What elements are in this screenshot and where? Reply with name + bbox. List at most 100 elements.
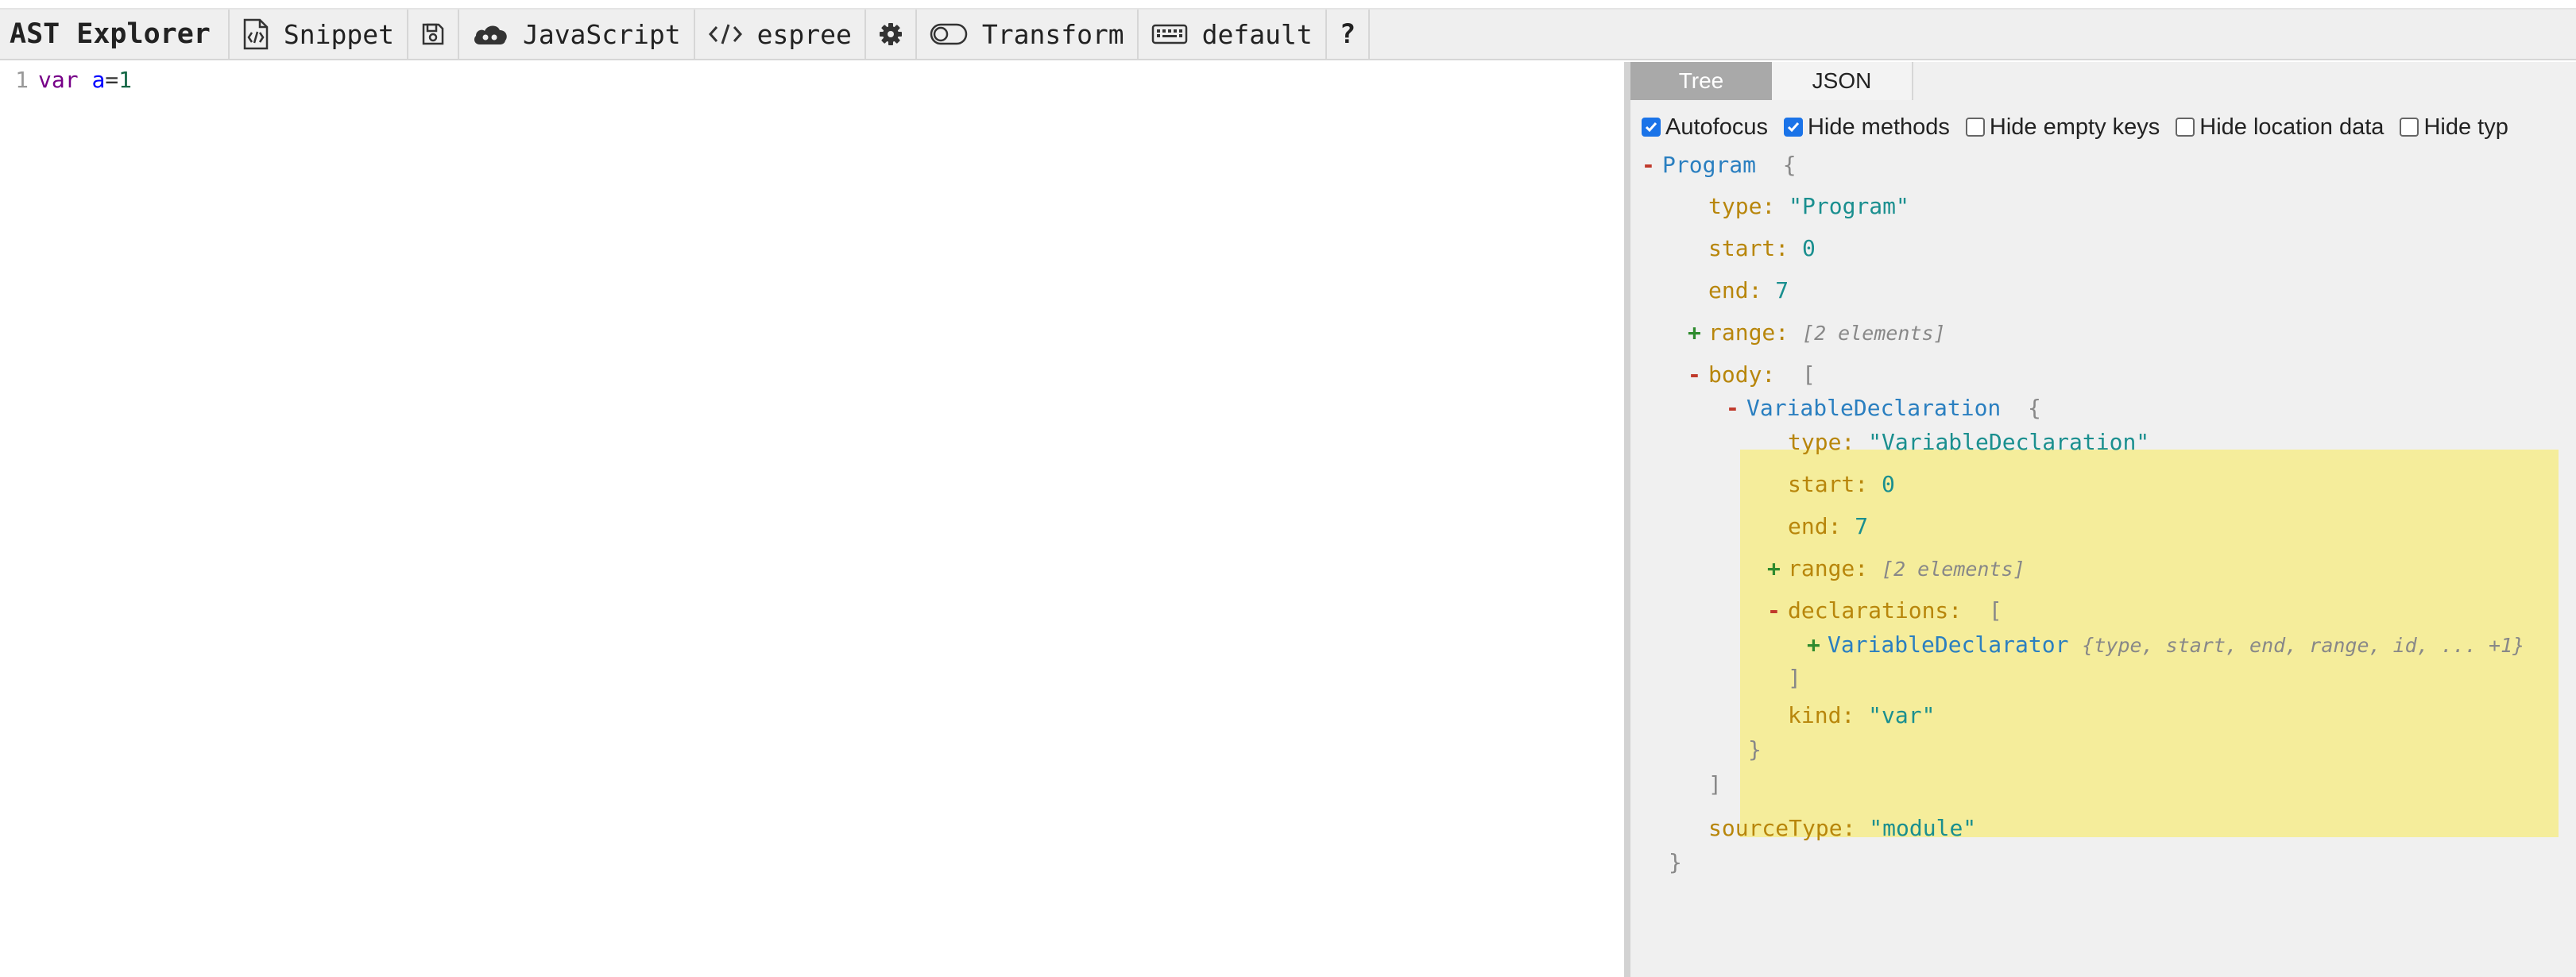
tree-prop-start: start: 0 — [1708, 234, 1816, 263]
language-label: JavaScript — [522, 18, 681, 50]
open-brace: { — [1782, 152, 1797, 178]
tree-prop-type: type: "Program" — [1708, 192, 1909, 221]
output-panel: Tree JSON Autofocus Hide methods Hide em… — [1630, 62, 2576, 977]
hide-type-keys-label: Hide typ — [2423, 114, 2508, 140]
parser-select[interactable]: espree — [695, 10, 866, 59]
parser-label: espree — [756, 18, 852, 50]
open-bracket: [ — [1988, 597, 2002, 624]
tree-prop-range[interactable]: + range: [2 elements] — [1688, 319, 1946, 347]
ast-tree: - Program { type: "Program" start: 0 end:… — [1630, 151, 2576, 977]
option-autofocus[interactable]: Autofocus — [1642, 114, 1768, 141]
collapsed-placeholder[interactable]: [2 elements] — [1882, 558, 2025, 581]
ast-explorer-app: AST Explorer Snippet JavaScript espree T… — [0, 0, 2576, 977]
expand-toggle[interactable]: + — [1807, 631, 1828, 659]
collapse-toggle[interactable]: - — [1642, 151, 1662, 180]
snippet-file-icon — [242, 18, 269, 50]
tree-prop-declarations[interactable]: - declarations: [ — [1767, 597, 2002, 625]
prop-key: type: — [1708, 193, 1776, 219]
keymap-label: default — [1201, 18, 1313, 50]
prop-value: 0 — [1882, 471, 1895, 497]
prop-key: body: — [1708, 361, 1776, 388]
cloud-icon — [472, 22, 509, 46]
snippet-label: Snippet — [283, 18, 394, 50]
hide-location-data-checkbox[interactable] — [2176, 118, 2195, 137]
body-close-bracket: ] — [1708, 770, 1722, 799]
keyboard-icon — [1151, 22, 1188, 46]
expand-toggle[interactable]: + — [1688, 319, 1708, 347]
prop-key: declarations: — [1788, 597, 1963, 624]
language-select[interactable]: JavaScript — [459, 10, 695, 59]
tree-node-program[interactable]: - Program { — [1642, 151, 1797, 180]
node-name[interactable]: VariableDeclaration — [1746, 395, 2001, 421]
hide-location-data-label: Hide location data — [2199, 114, 2385, 140]
tree-node-variable-declarator[interactable]: + VariableDeclarator {type, start, end, r… — [1807, 631, 2524, 659]
tree-node-variable-declaration[interactable]: - VariableDeclaration { — [1726, 394, 2041, 423]
expand-toggle[interactable]: + — [1767, 554, 1788, 583]
hide-type-keys-checkbox[interactable] — [2400, 118, 2419, 137]
line-number: 1 — [15, 67, 29, 93]
open-bracket: [ — [1802, 361, 1816, 388]
transform-toggle[interactable]: Transform — [917, 10, 1139, 59]
program-close-brace: } — [1669, 848, 1682, 877]
option-hide-methods[interactable]: Hide methods — [1783, 114, 1950, 141]
close-bracket: ] — [1788, 665, 1801, 691]
prop-key: end: — [1788, 513, 1842, 539]
prop-key: start: — [1708, 235, 1789, 261]
collapsed-placeholder[interactable]: [2 elements] — [1802, 322, 1946, 345]
option-hide-empty-keys[interactable]: Hide empty keys — [1965, 114, 2160, 141]
tree-prop-kind: kind: "var" — [1788, 701, 1935, 730]
toolbar: AST Explorer Snippet JavaScript espree T… — [0, 8, 2576, 60]
parser-settings-button[interactable] — [866, 10, 917, 59]
pane-resize-handle[interactable] — [1624, 62, 1630, 977]
tree-prop-type: type: "VariableDeclaration" — [1788, 428, 2149, 457]
autofocus-checkbox[interactable] — [1642, 118, 1661, 137]
collapse-toggle[interactable]: - — [1767, 597, 1788, 625]
tree-prop-end: end: 7 — [1708, 276, 1789, 305]
tree-prop-body[interactable]: - body: [ — [1688, 361, 1816, 389]
transform-label: Transform — [981, 18, 1124, 50]
save-button[interactable] — [408, 10, 459, 59]
code-text[interactable]: var a=1 — [38, 67, 132, 93]
prop-key: range: — [1788, 555, 1869, 581]
tree-options: Autofocus Hide methods Hide empty keys H… — [1642, 111, 2524, 143]
code-operator: = — [105, 67, 119, 93]
hide-empty-keys-label: Hide empty keys — [1989, 114, 2160, 140]
node-name[interactable]: Program — [1662, 152, 1756, 178]
declaration-close-brace: } — [1748, 736, 1762, 764]
code-editor[interactable]: 1 var a=1 — [0, 62, 1624, 977]
prop-value: 7 — [1775, 277, 1789, 303]
node-name[interactable]: VariableDeclarator — [1828, 631, 2068, 658]
close-brace: } — [1669, 849, 1682, 875]
code-keyword: var — [38, 67, 79, 93]
option-hide-type-keys[interactable]: Hide typ — [2400, 114, 2508, 141]
prop-value: 0 — [1802, 235, 1816, 261]
snippet-button[interactable]: Snippet — [230, 10, 408, 59]
tree-prop-range[interactable]: + range: [2 elements] — [1767, 554, 2025, 583]
prop-key: sourceType: — [1708, 815, 1856, 841]
declarations-close-bracket: ] — [1788, 664, 1801, 693]
open-brace: { — [2028, 395, 2041, 421]
prop-value: 7 — [1855, 513, 1869, 539]
prop-key: end: — [1708, 277, 1762, 303]
code-line[interactable]: 1 var a=1 — [0, 67, 132, 93]
code-identifier: a — [91, 67, 106, 93]
keymap-select[interactable]: default — [1139, 10, 1327, 59]
prop-key: type: — [1788, 429, 1855, 455]
prop-value: "VariableDeclaration" — [1868, 429, 2150, 455]
help-button[interactable]: ? — [1327, 10, 1371, 59]
node-summary[interactable]: {type, start, end, range, id, ... +1} — [2082, 634, 2524, 657]
app-title: AST Explorer — [0, 10, 230, 59]
close-brace: } — [1748, 736, 1762, 763]
autofocus-label: Autofocus — [1665, 114, 1768, 140]
hide-methods-checkbox[interactable] — [1783, 118, 1803, 137]
hide-empty-keys-checkbox[interactable] — [1965, 118, 1985, 137]
tab-json[interactable]: JSON — [1772, 62, 1913, 100]
prop-key: kind: — [1788, 702, 1855, 728]
option-hide-location-data[interactable]: Hide location data — [2176, 114, 2384, 141]
toggle-icon — [930, 22, 968, 46]
prop-value: "var" — [1868, 702, 1936, 728]
tree-prop-end: end: 7 — [1788, 512, 1868, 541]
tab-tree[interactable]: Tree — [1630, 62, 1772, 100]
collapse-toggle[interactable]: - — [1726, 394, 1746, 423]
collapse-toggle[interactable]: - — [1688, 361, 1708, 389]
